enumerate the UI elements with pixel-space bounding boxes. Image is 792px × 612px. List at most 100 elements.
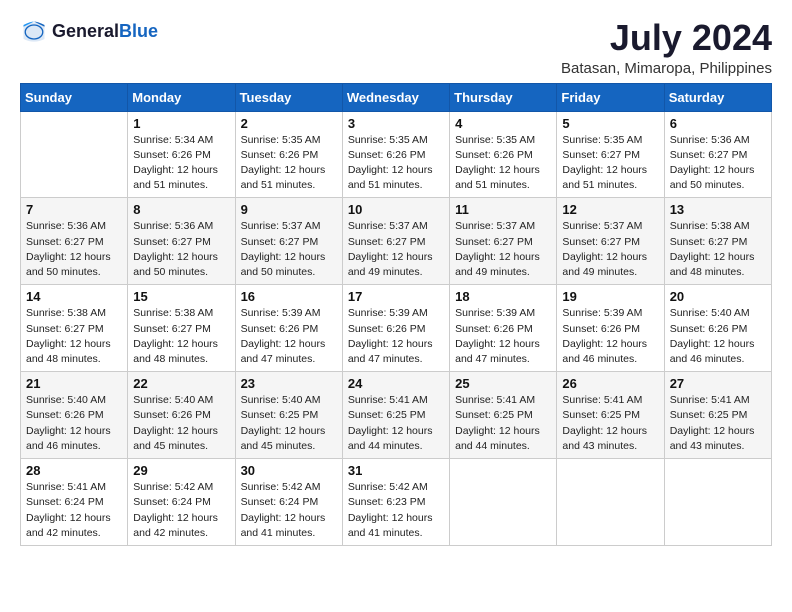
day-info: Sunrise: 5:37 AMSunset: 6:27 PMDaylight:… xyxy=(455,219,551,280)
calendar-week-row: 14 Sunrise: 5:38 AMSunset: 6:27 PMDayligh… xyxy=(21,285,772,372)
day-number: 14 xyxy=(26,289,122,304)
calendar-header-monday: Monday xyxy=(128,83,235,111)
day-info: Sunrise: 5:42 AMSunset: 6:24 PMDaylight:… xyxy=(133,480,229,541)
calendar-cell: 18 Sunrise: 5:39 AMSunset: 6:26 PMDayligh… xyxy=(450,285,557,372)
day-number: 25 xyxy=(455,376,551,391)
calendar-cell: 9Sunrise: 5:37 AMSunset: 6:27 PMDaylight… xyxy=(235,198,342,285)
day-number: 22 xyxy=(133,376,229,391)
day-number: 24 xyxy=(348,376,444,391)
day-number: 13 xyxy=(670,202,766,217)
calendar-header-thursday: Thursday xyxy=(450,83,557,111)
day-info: Sunrise: 5:40 AMSunset: 6:26 PMDaylight:… xyxy=(133,393,229,454)
day-info: Sunrise: 5:41 AMSunset: 6:25 PMDaylight:… xyxy=(455,393,551,454)
day-number: 12 xyxy=(562,202,658,217)
day-number: 5 xyxy=(562,116,658,131)
day-info: Sunrise: 5:35 AMSunset: 6:26 PMDaylight:… xyxy=(455,133,551,194)
main-title: July 2024 xyxy=(561,18,772,58)
calendar-cell: 16 Sunrise: 5:39 AMSunset: 6:26 PMDayligh… xyxy=(235,285,342,372)
calendar-week-row: 1Sunrise: 5:34 AMSunset: 6:26 PMDaylight… xyxy=(21,111,772,198)
calendar-cell: 21Sunrise: 5:40 AMSunset: 6:26 PMDayligh… xyxy=(21,372,128,459)
calendar-cell: 12 Sunrise: 5:37 AMSunset: 6:27 PMDayligh… xyxy=(557,198,664,285)
day-info: Sunrise: 5:38 AMSunset: 6:27 PMDaylight:… xyxy=(133,306,229,367)
day-info: Sunrise: 5:40 AMSunset: 6:25 PMDaylight:… xyxy=(241,393,337,454)
calendar-cell: 2Sunrise: 5:35 AMSunset: 6:26 PMDaylight… xyxy=(235,111,342,198)
calendar-cell: 28 Sunrise: 5:41 AMSunset: 6:24 PMDayligh… xyxy=(21,459,128,546)
day-info: Sunrise: 5:39 AMSunset: 6:26 PMDaylight:… xyxy=(455,306,551,367)
page-header: GeneralBlue July 2024 Batasan, Mimaropa,… xyxy=(20,18,772,77)
calendar-header-saturday: Saturday xyxy=(664,83,771,111)
day-info: Sunrise: 5:35 AMSunset: 6:27 PMDaylight:… xyxy=(562,133,658,194)
calendar-cell: 1Sunrise: 5:34 AMSunset: 6:26 PMDaylight… xyxy=(128,111,235,198)
day-info: Sunrise: 5:36 AMSunset: 6:27 PMDaylight:… xyxy=(670,133,766,194)
day-info: Sunrise: 5:42 AMSunset: 6:23 PMDaylight:… xyxy=(348,480,444,541)
day-number: 17 xyxy=(348,289,444,304)
calendar-cell: 15 Sunrise: 5:38 AMSunset: 6:27 PMDayligh… xyxy=(128,285,235,372)
day-number: 16 xyxy=(241,289,337,304)
day-info: Sunrise: 5:36 AMSunset: 6:27 PMDaylight:… xyxy=(26,219,122,280)
day-info: Sunrise: 5:37 AMSunset: 6:27 PMDaylight:… xyxy=(348,219,444,280)
day-number: 19 xyxy=(562,289,658,304)
calendar-cell: 11 Sunrise: 5:37 AMSunset: 6:27 PMDayligh… xyxy=(450,198,557,285)
calendar-cell: 6 Sunrise: 5:36 AMSunset: 6:27 PMDaylight… xyxy=(664,111,771,198)
day-number: 6 xyxy=(670,116,766,131)
day-number: 8 xyxy=(133,202,229,217)
day-number: 30 xyxy=(241,463,337,478)
day-number: 1 xyxy=(133,116,229,131)
calendar-cell: 7 Sunrise: 5:36 AMSunset: 6:27 PMDaylight… xyxy=(21,198,128,285)
day-info: Sunrise: 5:42 AMSunset: 6:24 PMDaylight:… xyxy=(241,480,337,541)
calendar-cell: 24 Sunrise: 5:41 AMSunset: 6:25 PMDayligh… xyxy=(342,372,449,459)
day-number: 28 xyxy=(26,463,122,478)
day-info: Sunrise: 5:40 AMSunset: 6:26 PMDaylight:… xyxy=(670,306,766,367)
calendar-cell: 20 Sunrise: 5:40 AMSunset: 6:26 PMDayligh… xyxy=(664,285,771,372)
calendar-header-sunday: Sunday xyxy=(21,83,128,111)
day-number: 15 xyxy=(133,289,229,304)
calendar-cell xyxy=(450,459,557,546)
calendar-cell xyxy=(21,111,128,198)
day-info: Sunrise: 5:41 AMSunset: 6:25 PMDaylight:… xyxy=(562,393,658,454)
day-number: 7 xyxy=(26,202,122,217)
calendar-cell: 10 Sunrise: 5:37 AMSunset: 6:27 PMDayligh… xyxy=(342,198,449,285)
day-number: 10 xyxy=(348,202,444,217)
calendar-cell: 14Sunrise: 5:38 AMSunset: 6:27 PMDayligh… xyxy=(21,285,128,372)
day-info: Sunrise: 5:37 AMSunset: 6:27 PMDaylight:… xyxy=(241,219,337,280)
calendar-cell: 3Sunrise: 5:35 AMSunset: 6:26 PMDaylight… xyxy=(342,111,449,198)
calendar-header-wednesday: Wednesday xyxy=(342,83,449,111)
day-info: Sunrise: 5:41 AMSunset: 6:25 PMDaylight:… xyxy=(348,393,444,454)
day-info: Sunrise: 5:37 AMSunset: 6:27 PMDaylight:… xyxy=(562,219,658,280)
calendar-cell: 22 Sunrise: 5:40 AMSunset: 6:26 PMDayligh… xyxy=(128,372,235,459)
calendar-cell: 30 Sunrise: 5:42 AMSunset: 6:24 PMDayligh… xyxy=(235,459,342,546)
day-info: Sunrise: 5:41 AMSunset: 6:25 PMDaylight:… xyxy=(670,393,766,454)
calendar-cell xyxy=(664,459,771,546)
calendar-cell: 17Sunrise: 5:39 AMSunset: 6:26 PMDayligh… xyxy=(342,285,449,372)
day-number: 27 xyxy=(670,376,766,391)
day-number: 26 xyxy=(562,376,658,391)
calendar-cell: 29Sunrise: 5:42 AMSunset: 6:24 PMDayligh… xyxy=(128,459,235,546)
day-info: Sunrise: 5:35 AMSunset: 6:26 PMDaylight:… xyxy=(241,133,337,194)
day-number: 23 xyxy=(241,376,337,391)
day-number: 11 xyxy=(455,202,551,217)
calendar-cell: 19Sunrise: 5:39 AMSunset: 6:26 PMDayligh… xyxy=(557,285,664,372)
logo-text: GeneralBlue xyxy=(52,22,158,42)
day-number: 3 xyxy=(348,116,444,131)
calendar-cell: 13Sunrise: 5:38 AMSunset: 6:27 PMDayligh… xyxy=(664,198,771,285)
day-info: Sunrise: 5:40 AMSunset: 6:26 PMDaylight:… xyxy=(26,393,122,454)
calendar-header-tuesday: Tuesday xyxy=(235,83,342,111)
day-info: Sunrise: 5:41 AMSunset: 6:24 PMDaylight:… xyxy=(26,480,122,541)
calendar-header-friday: Friday xyxy=(557,83,664,111)
calendar-week-row: 7 Sunrise: 5:36 AMSunset: 6:27 PMDaylight… xyxy=(21,198,772,285)
subtitle: Batasan, Mimaropa, Philippines xyxy=(561,60,772,77)
calendar-cell: 27 Sunrise: 5:41 AMSunset: 6:25 PMDayligh… xyxy=(664,372,771,459)
day-number: 18 xyxy=(455,289,551,304)
calendar-cell: 8Sunrise: 5:36 AMSunset: 6:27 PMDaylight… xyxy=(128,198,235,285)
calendar-cell: 23 Sunrise: 5:40 AMSunset: 6:25 PMDayligh… xyxy=(235,372,342,459)
calendar-cell: 4Sunrise: 5:35 AMSunset: 6:26 PMDaylight… xyxy=(450,111,557,198)
calendar-table: SundayMondayTuesdayWednesdayThursdayFrid… xyxy=(20,83,772,546)
day-info: Sunrise: 5:39 AMSunset: 6:26 PMDaylight:… xyxy=(241,306,337,367)
day-number: 20 xyxy=(670,289,766,304)
calendar-cell: 31 Sunrise: 5:42 AMSunset: 6:23 PMDayligh… xyxy=(342,459,449,546)
day-number: 31 xyxy=(348,463,444,478)
calendar-week-row: 28 Sunrise: 5:41 AMSunset: 6:24 PMDayligh… xyxy=(21,459,772,546)
logo-icon xyxy=(20,18,48,46)
calendar-cell: 5 Sunrise: 5:35 AMSunset: 6:27 PMDaylight… xyxy=(557,111,664,198)
logo: GeneralBlue xyxy=(20,18,158,46)
